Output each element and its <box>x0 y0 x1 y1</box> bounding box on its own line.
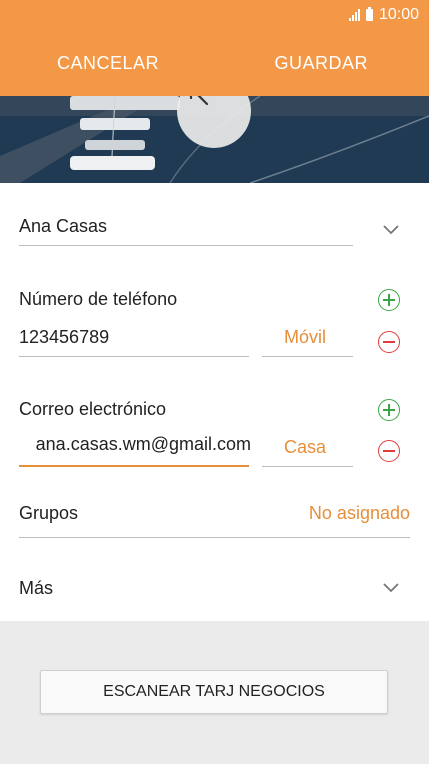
groups-value[interactable]: No asignado <box>309 503 410 524</box>
email-underline <box>19 465 249 467</box>
email-field[interactable]: ana.casas.wm@gmail.com <box>19 434 251 458</box>
magic-wand-icon <box>183 96 209 106</box>
groups-label[interactable]: Grupos <box>19 503 78 524</box>
chevron-down-icon[interactable] <box>380 581 402 595</box>
groups-underline <box>19 537 410 538</box>
name-underline <box>19 245 353 246</box>
signal-icon <box>348 9 360 21</box>
name-field[interactable]: Ana Casas <box>19 216 107 237</box>
scan-business-card-button[interactable]: ESCANEAR TARJ NEGOCIOS <box>40 670 388 714</box>
email-value: ana.casas.wm@gmail.com <box>35 434 251 454</box>
email-type-select[interactable]: Casa <box>284 437 326 458</box>
phone-type-underline <box>262 356 353 357</box>
status-bar: 10:00 <box>0 0 429 30</box>
chevron-down-icon[interactable] <box>380 223 402 237</box>
battery-icon <box>365 7 373 21</box>
phone-underline <box>19 356 249 357</box>
cancel-button[interactable]: CANCELAR <box>57 30 159 96</box>
save-button[interactable]: GUARDAR <box>274 30 368 96</box>
more-label[interactable]: Más <box>19 578 53 599</box>
add-email-button[interactable] <box>378 399 400 421</box>
add-phone-button[interactable] <box>378 289 400 311</box>
phone-section-label: Número de teléfono <box>19 289 178 309</box>
status-time: 10:00 <box>378 6 419 23</box>
remove-phone-button[interactable] <box>378 331 400 353</box>
remove-email-button[interactable] <box>378 440 400 462</box>
email-section-label: Correo electrónico <box>19 399 167 419</box>
contact-form: Ana Casas Número de teléfono 123456789 M… <box>0 183 429 621</box>
phone-field[interactable]: 123456789 <box>19 327 109 348</box>
phone-type-select[interactable]: Móvil <box>284 327 326 348</box>
email-type-underline <box>262 466 353 467</box>
action-bar: CANCELAR GUARDAR <box>0 30 429 96</box>
status-icons: 10:00 <box>348 6 419 24</box>
contact-photo[interactable] <box>0 96 429 183</box>
